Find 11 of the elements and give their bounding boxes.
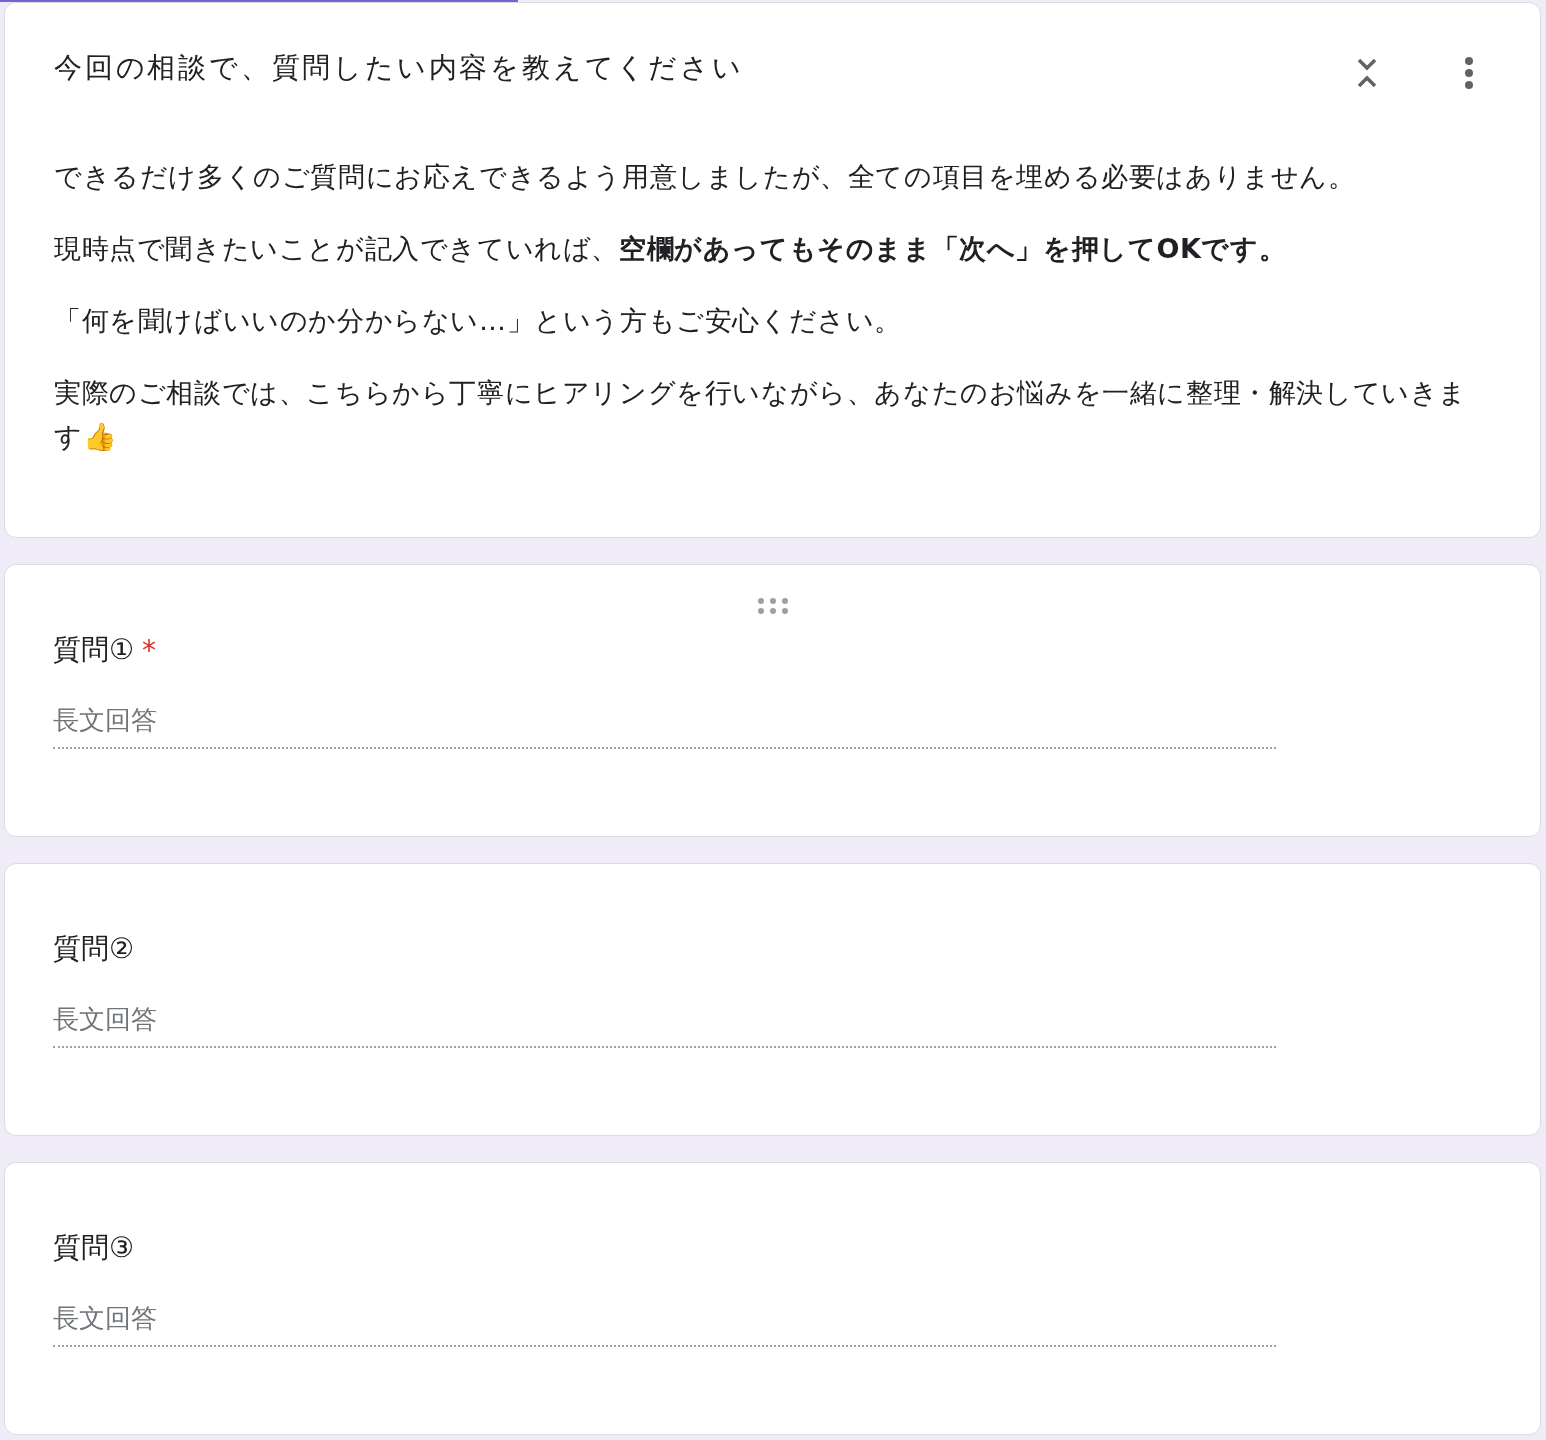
description-text: できるだけ多くのご質問にお応えできるよう用意しましたが、全ての項目を埋める必要はありません。 (54, 161, 1356, 192)
required-mark: * (142, 633, 157, 667)
question-title: 質問② (53, 931, 135, 967)
more-vertical-icon (1464, 55, 1474, 91)
description-text: 現時点で聞きたいことが記入できていれば、空欄があってもそのまま「次へ」を押してOKです。 (54, 233, 1287, 264)
description-text: 「何を聞けばいいのか分からない…」という方もご安心ください。 (54, 305, 902, 336)
section-title: 今回の相談で、質問したい内容を教えてください (54, 50, 745, 86)
question-title: 質問③ (53, 1230, 135, 1266)
description-text: 実際のご相談では、こちらから丁寧にヒアリングを行いながら、あなたのお悩みを一緒に整理・解決していきます👍 (54, 377, 1467, 452)
drag-handle-icon[interactable] (756, 597, 789, 615)
question-title: 質問① (53, 632, 135, 668)
